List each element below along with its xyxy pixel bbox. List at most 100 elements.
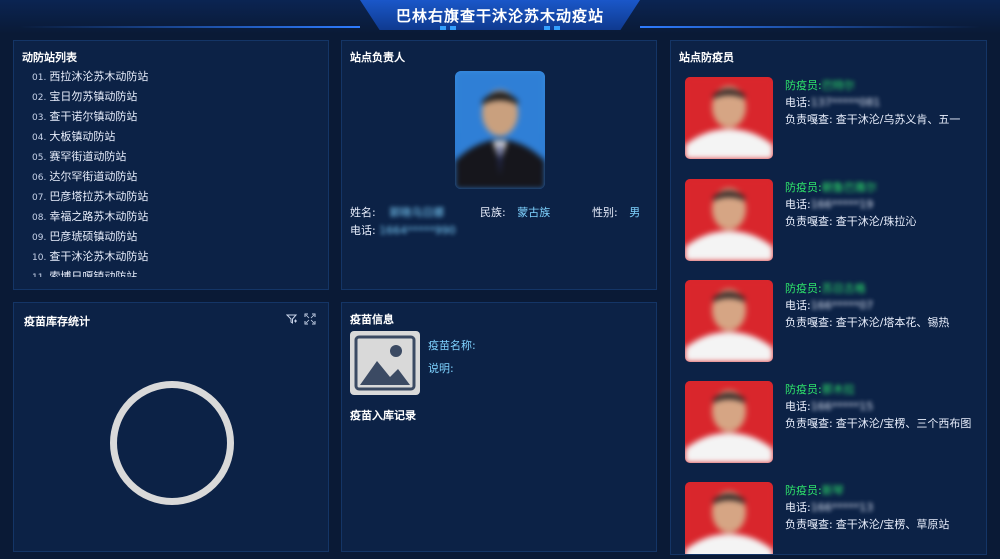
area-value: 查干沐沦/塔本花、锡热 [835, 316, 950, 329]
ethnicity-label: 民族: [480, 206, 506, 219]
station-number: 02. [32, 93, 47, 103]
area-label: 负责嘎查: [785, 113, 833, 126]
inspector-phone-row: 电话:166*****15 [785, 398, 985, 415]
inspector-photo [685, 179, 773, 261]
area-label: 负责嘎查: [785, 518, 833, 531]
inspector-phone-row: 电话:166*****07 [785, 297, 985, 314]
station-name: 达尔罕街道动防站 [49, 170, 138, 183]
station-name: 幸福之路苏木动防站 [49, 210, 149, 223]
inspector-photo [685, 381, 773, 463]
station-name: 赛罕街道动防站 [49, 150, 127, 163]
inspector-phone-row: 电话:166*****13 [785, 499, 985, 516]
inspector-card[interactable]: 防疫员:斯琴 电话:166*****13 负责嘎查: 查干沐沦/宝楞、草原站 [685, 482, 985, 554]
station-number: 03. [32, 113, 47, 123]
filter-icon[interactable] [286, 313, 298, 325]
station-number: 09. [32, 233, 47, 243]
phone-value: 166*****15 [810, 400, 874, 413]
gender-label: 性别: [592, 206, 618, 219]
station-list-item[interactable]: 06. 达尔罕街道动防站 [32, 167, 322, 187]
panel-title: 疫苗库存统计 [24, 315, 90, 328]
stock-donut-chart[interactable] [110, 381, 234, 505]
header-deco [450, 26, 456, 30]
inspector-photo [685, 77, 773, 159]
header-deco [554, 26, 560, 30]
station-list-item[interactable]: 10. 查干沐沦苏木动防站 [32, 247, 322, 267]
inspector-name-row: 防疫员:朝鲁巴雅尔 [785, 179, 985, 196]
header: 巴林右旗查干沐沦苏木动疫站 [0, 0, 1000, 34]
leader-ethnicity-row: 民族: 蒙古族 [480, 204, 550, 220]
image-placeholder-icon [350, 331, 420, 395]
inspector-photo [685, 280, 773, 362]
inspector-area-row: 负责嘎查: 查干沐沦/宝楞、草原站 [785, 516, 985, 533]
phone-label: 电话: [785, 400, 811, 413]
inspector-name: 朝鲁巴雅尔 [821, 181, 877, 194]
vaccine-name-label: 疫苗名称: [428, 339, 476, 352]
inspector-info: 防疫员:巴特尔 电话:137*****081 负责嘎查: 查干沐沦/乌苏义肯、五一 [785, 77, 985, 128]
inspector-area-row: 负责嘎查: 查干沐沦/乌苏义肯、五一 [785, 111, 985, 128]
phone-label: 电话: [785, 501, 811, 514]
area-value: 查干沐沦/珠拉沁 [835, 215, 917, 228]
inspector-name-row: 防疫员:巴特尔 [785, 77, 985, 94]
inspector-info: 防疫员:苏日古格 电话:166*****07 负责嘎查: 查干沐沦/塔本花、锡热 [785, 280, 985, 331]
vaccine-desc-label: 说明: [428, 362, 454, 375]
phone-label: 电话: [785, 96, 811, 109]
station-list-item[interactable]: 04. 大板镇动防站 [32, 127, 322, 147]
station-name: 查干沐沦苏木动防站 [49, 250, 149, 263]
station-list-item[interactable]: 11.索博日嘎镇动防站 [32, 267, 322, 277]
header-deco [544, 26, 550, 30]
station-list-item[interactable]: 02. 宝日勿苏镇动防站 [32, 87, 322, 107]
station-number: 08. [32, 213, 47, 223]
inspector-card[interactable]: 防疫员:那木拉 电话:166*****15 负责嘎查: 查干沐沦/宝楞、三个西布图 [685, 381, 985, 467]
inspector-area-row: 负责嘎查: 查干沐沦/珠拉沁 [785, 213, 985, 230]
area-value: 查干沐沦/宝楞、三个西布图 [835, 417, 972, 430]
station-number: 05. [32, 153, 47, 163]
inspector-name: 巴特尔 [821, 79, 855, 92]
inspector-card[interactable]: 防疫员:苏日古格 电话:166*****07 负责嘎查: 查干沐沦/塔本花、锡热 [685, 280, 985, 366]
area-label: 负责嘎查: [785, 417, 833, 430]
phone-label: 电话: [785, 299, 811, 312]
inspector-area-row: 负责嘎查: 查干沐沦/塔本花、锡热 [785, 314, 985, 331]
ethnicity-value: 蒙古族 [517, 206, 551, 219]
header-line-right [640, 26, 980, 28]
station-list[interactable]: 01. 西拉沐沦苏木动防站 02. 宝日勿苏镇动防站 03. 查干诺尔镇动防站 04. 大板镇… [32, 67, 322, 277]
station-number: 10. [32, 253, 47, 263]
station-list-item[interactable]: 07. 巴彦塔拉苏木动防站 [32, 187, 322, 207]
station-list-item[interactable]: 08. 幸福之路苏木动防站 [32, 207, 322, 227]
inspector-info: 防疫员:斯琴 电话:166*****13 负责嘎查: 查干沐沦/宝楞、草原站 [785, 482, 985, 533]
inspector-phone-row: 电话:166*****19 [785, 196, 985, 213]
leader-gender-row: 性别: 男 [592, 204, 640, 220]
inspector-name: 那木拉 [821, 383, 855, 396]
station-list-item[interactable]: 09. 巴彦琥硕镇动防站 [32, 227, 322, 247]
area-label: 负责嘎查: [785, 316, 833, 329]
page-title: 巴林右旗查干沐沦苏木动疫站 [395, 7, 604, 25]
vaccine-record-title: 疫苗入库记录 [350, 409, 416, 422]
area-value: 查干沐沦/宝楞、草原站 [835, 518, 950, 531]
gender-value: 男 [629, 206, 641, 219]
station-leader-panel: 站点负责人 姓名: 郭晓乌日娜 民族: 蒙古族 性别: 男 电话: 1664**… [341, 40, 657, 290]
station-name: 巴彦琥硕镇动防站 [49, 230, 138, 243]
station-name: 巴彦塔拉苏木动防站 [49, 190, 149, 203]
station-number: 07. [32, 193, 47, 203]
station-list-item[interactable]: 05. 赛罕街道动防站 [32, 147, 322, 167]
inspector-card[interactable]: 防疫员:巴特尔 电话:137*****081 负责嘎查: 查干沐沦/乌苏义肯、五一 [685, 77, 985, 163]
inspector-info: 防疫员:那木拉 电话:166*****15 负责嘎查: 查干沐沦/宝楞、三个西布图 [785, 381, 985, 432]
area-value: 查干沐沦/乌苏义肯、五一 [835, 113, 961, 126]
role-label: 防疫员: [785, 79, 822, 92]
station-list-item[interactable]: 01. 西拉沐沦苏木动防站 [32, 67, 322, 87]
leader-phone-row: 电话: 1664*****990 [350, 222, 456, 238]
inspector-info: 防疫员:朝鲁巴雅尔 电话:166*****19 负责嘎查: 查干沐沦/珠拉沁 [785, 179, 985, 230]
role-label: 防疫员: [785, 181, 822, 194]
inspector-card[interactable]: 防疫员:朝鲁巴雅尔 电话:166*****19 负责嘎查: 查干沐沦/珠拉沁 [685, 179, 985, 265]
inspector-phone-row: 电话:137*****081 [785, 94, 985, 111]
station-number: 11. [32, 273, 46, 277]
inspector-name-row: 防疫员:斯琴 [785, 482, 985, 499]
leader-photo [455, 71, 545, 189]
role-label: 防疫员: [785, 484, 822, 497]
vaccine-info-panel: 疫苗信息 疫苗名称: 说明: 疫苗入库记录 [341, 302, 657, 552]
name-label: 姓名: [350, 206, 376, 219]
fullscreen-icon[interactable] [304, 313, 316, 325]
phone-label: 电话: [350, 224, 376, 237]
station-list-item[interactable]: 03. 查干诺尔镇动防站 [32, 107, 322, 127]
inspector-name: 斯琴 [821, 484, 844, 497]
header-line-left [20, 26, 360, 28]
